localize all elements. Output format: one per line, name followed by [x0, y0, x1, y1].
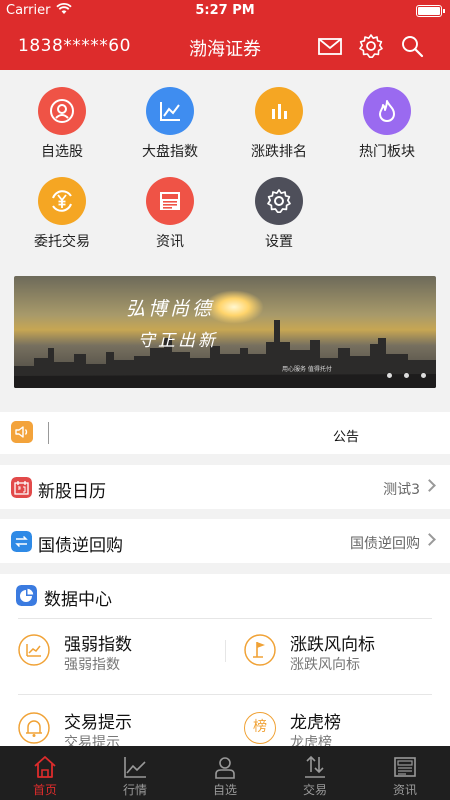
calendar-icon: [11, 477, 32, 498]
shortcut-grid: 自选股 大盘指数 涨跌排名 热门板块 委托交易 资讯 设置: [0, 70, 450, 270]
data-center-card: 数据中心 强弱指数 强弱指数 涨跌风向标 涨跌风向标 交易提示 交易提示 榜 龙…: [0, 574, 450, 754]
news-icon: [146, 177, 194, 225]
divider: [18, 618, 432, 619]
shortcut-trade[interactable]: 委托交易: [6, 177, 118, 251]
exchange-icon: [11, 531, 32, 552]
page-dot[interactable]: [387, 373, 392, 378]
row-title: 新股日历: [38, 482, 106, 502]
shortcut-market-index[interactable]: 大盘指数: [114, 87, 226, 161]
pie-chart-icon: [16, 585, 37, 606]
shortcut-label: 大盘指数: [142, 144, 198, 160]
divider: [225, 640, 226, 662]
mail-icon[interactable]: [317, 33, 343, 59]
tab-home[interactable]: 首页: [0, 746, 90, 800]
promo-banner[interactable]: 弘博尚德 守正出新 用心服务 值得托付: [14, 276, 436, 388]
tab-label: 自选: [212, 783, 237, 797]
city-skyline-image: [14, 320, 436, 388]
chevron-right-icon: [423, 533, 436, 546]
shortcut-watchlist[interactable]: 自选股: [6, 87, 118, 161]
bell-icon: [18, 712, 50, 744]
chevron-right-icon: [423, 479, 436, 492]
section-title: 数据中心: [44, 590, 112, 610]
tab-label: 行情: [122, 783, 147, 797]
page-dot[interactable]: [404, 373, 409, 378]
row-value: 国债逆回购: [350, 536, 420, 552]
banner-slogan-line2: 守正出新: [138, 331, 218, 351]
rank-icon: 榜: [244, 712, 276, 744]
tab-news[interactable]: 资讯: [360, 746, 450, 800]
banner-caption: 用心服务 值得托付: [282, 366, 332, 373]
speaker-icon: [11, 421, 33, 443]
shortcut-hot-sectors[interactable]: 热门板块: [331, 87, 443, 161]
divider: [48, 422, 49, 444]
row-value: 测试3: [383, 482, 420, 498]
shortcut-label: 涨跌排名: [251, 144, 307, 160]
data-item-strength-index[interactable]: 强弱指数 强弱指数: [18, 630, 218, 680]
item-title: 交易提示: [64, 713, 132, 733]
flame-icon: [363, 87, 411, 135]
transfer-icon: [305, 755, 325, 778]
announcement-bar[interactable]: 公告: [0, 412, 450, 454]
news-icon: [394, 757, 416, 777]
page-dot[interactable]: [421, 373, 426, 378]
bar-chart-icon: [255, 87, 303, 135]
clock: 5:27 PM: [195, 3, 255, 18]
app-header: Carrier 5:27 PM 1838*****60 渤海证券: [0, 0, 450, 70]
yen-exchange-icon: [38, 177, 86, 225]
row-title: 国债逆回购: [38, 536, 123, 556]
item-subtitle: 强弱指数: [64, 657, 120, 673]
gear-icon: [255, 177, 303, 225]
banner-page-indicator[interactable]: [375, 363, 426, 382]
tab-trade[interactable]: 交易: [270, 746, 360, 800]
home-icon: [34, 756, 56, 778]
shortcut-label: 委托交易: [34, 234, 90, 250]
user-star-icon: [38, 87, 86, 135]
tab-label: 资讯: [392, 783, 417, 797]
item-title: 龙虎榜: [290, 713, 341, 733]
row-reverse-repo[interactable]: 国债逆回购 国债逆回购: [0, 519, 450, 563]
battery-icon: [416, 5, 445, 17]
item-title: 涨跌风向标: [290, 635, 375, 655]
line-chart-icon: [124, 757, 146, 778]
shortcut-ranking[interactable]: 涨跌排名: [223, 87, 335, 161]
announcement-text: 公告: [333, 430, 360, 445]
tab-label: 交易: [302, 783, 327, 797]
row-ipo-calendar[interactable]: 新股日历 测试3: [0, 465, 450, 509]
shortcut-news[interactable]: 资讯: [114, 177, 226, 251]
banner-slogan-line1: 弘博尚德: [126, 298, 215, 320]
search-icon[interactable]: [399, 33, 425, 59]
user-icon: [215, 757, 235, 779]
shortcut-label: 资讯: [156, 234, 184, 250]
tab-market[interactable]: 行情: [90, 746, 180, 800]
divider: [18, 694, 432, 695]
item-subtitle: 涨跌风向标: [290, 657, 360, 673]
status-bar: Carrier 5:27 PM: [0, 0, 450, 22]
gear-icon[interactable]: [358, 33, 384, 59]
shortcut-label: 设置: [265, 234, 293, 250]
bottom-tab-bar: 首页 行情 自选 交易 资讯: [0, 746, 450, 800]
shortcut-label: 自选股: [41, 144, 83, 160]
data-item-trend-indicator[interactable]: 涨跌风向标 涨跌风向标: [244, 630, 444, 680]
line-chart-icon: [146, 87, 194, 135]
shortcut-label: 热门板块: [359, 144, 415, 160]
tab-label: 首页: [32, 783, 57, 797]
tab-watchlist[interactable]: 自选: [180, 746, 270, 800]
flag-icon: [244, 634, 276, 666]
shortcut-settings[interactable]: 设置: [223, 177, 335, 251]
chart-up-icon: [18, 634, 50, 666]
item-title: 强弱指数: [64, 635, 132, 655]
